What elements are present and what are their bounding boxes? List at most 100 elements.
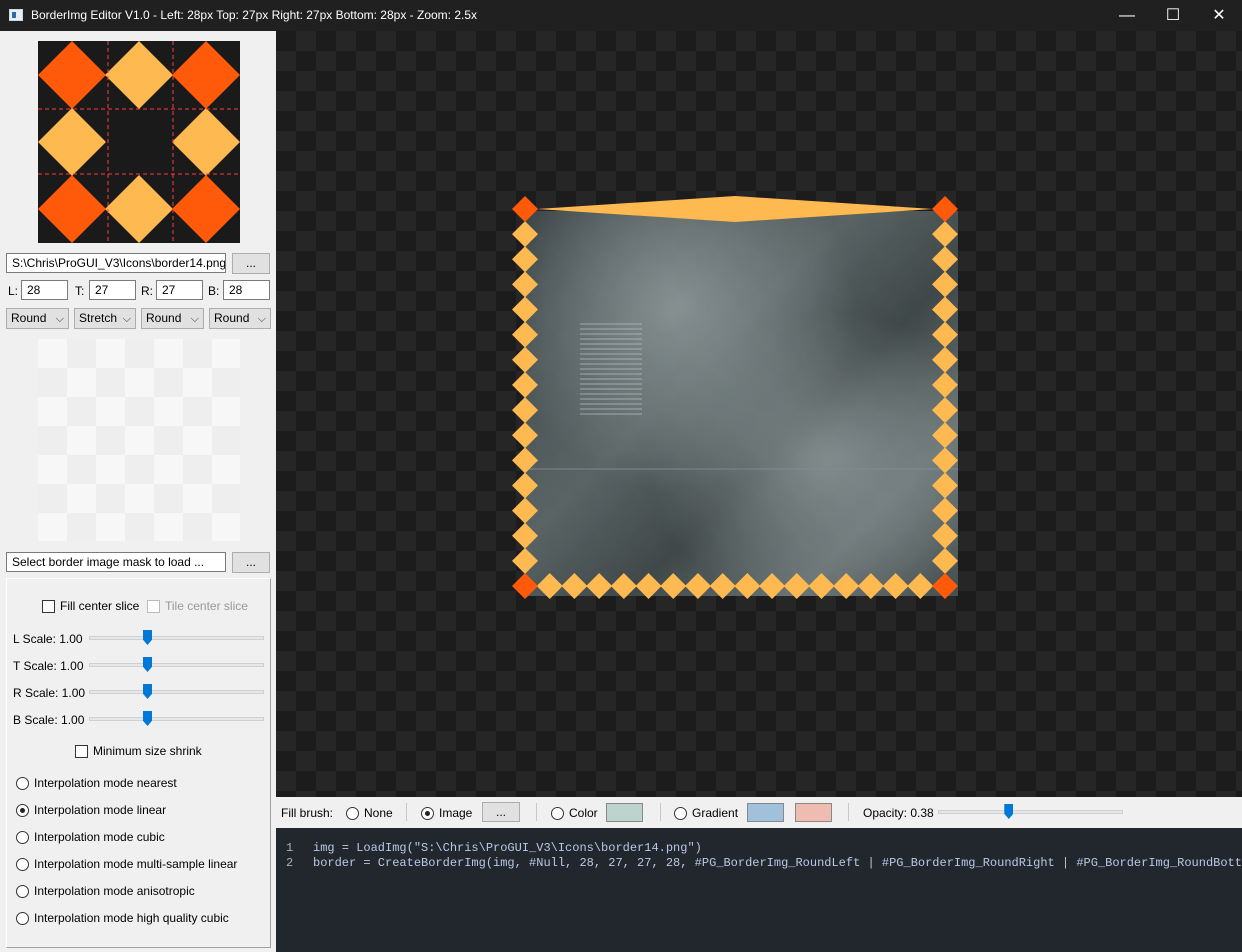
radio-dot	[16, 911, 29, 925]
interp-nearest-label: Interpolation mode nearest	[34, 776, 177, 790]
fill-image-label: Image	[439, 806, 473, 820]
t-scale-label: T Scale: 1.00	[13, 659, 84, 673]
r-scale-label: R Scale: 1.00	[13, 686, 86, 700]
corner-diamond	[512, 196, 538, 222]
top-mode-select[interactable]: Stretch ⌵	[74, 308, 136, 329]
image-path-field[interactable]: S:\Chris\ProGUI_V3\Icons\border14.png	[6, 253, 226, 273]
left-edge-diamond	[512, 246, 538, 273]
slice-top-input[interactable]: 27	[89, 280, 136, 300]
bottom-edge-diamond	[561, 573, 588, 599]
border-image-preview	[38, 41, 240, 243]
separator	[536, 803, 537, 821]
checkbox-box	[147, 599, 160, 613]
radio-dot	[346, 806, 359, 820]
chevron-down-icon: ⌵	[122, 313, 131, 325]
border-render	[512, 196, 958, 599]
right-mode-select[interactable]: Round ⌵	[141, 308, 204, 329]
fill-gradient-label: Gradient	[692, 806, 739, 820]
separator	[406, 803, 407, 821]
slice-left-input[interactable]: 28	[21, 280, 68, 300]
left-edge-diamond	[512, 346, 538, 373]
bottom-mode-value: Round	[214, 311, 250, 325]
l-scale-slider[interactable]	[89, 636, 264, 640]
sidebar: S:\Chris\ProGUI_V3\Icons\border14.png ..…	[0, 31, 276, 952]
interp-multisample-radio[interactable]: Interpolation mode multi-sample linear	[16, 857, 237, 871]
interp-linear-radio[interactable]: Interpolation mode linear	[16, 803, 166, 817]
fill-image-browse-button[interactable]: ...	[482, 802, 520, 822]
fill-image-radio[interactable]: Image	[421, 806, 472, 820]
opacity-thumb[interactable]	[1004, 804, 1014, 819]
code-output[interactable]: 1 img = LoadImg("S:\Chris\ProGUI_V3\Icons…	[276, 828, 1242, 952]
fill-gradient-radio[interactable]: Gradient	[674, 806, 738, 820]
opacity-label: Opacity: 0.38	[863, 806, 934, 820]
right-edge-diamond	[932, 221, 958, 248]
slice-top-label: T:	[75, 284, 85, 298]
fill-center-checkbox[interactable]: Fill center slice	[42, 599, 139, 613]
left-edge-diamond	[512, 271, 538, 298]
left-edge-diamond	[512, 472, 538, 499]
checkbox-box	[42, 599, 55, 613]
left-mode-select[interactable]: Round ⌵	[6, 308, 69, 329]
right-mode-value: Round	[146, 311, 182, 325]
close-button[interactable]: ✕	[1196, 0, 1242, 31]
opacity-slider[interactable]	[938, 810, 1123, 814]
bottom-edge-diamond	[783, 573, 810, 599]
interp-nearest-radio[interactable]: Interpolation mode nearest	[16, 776, 177, 790]
tile-center-checkbox[interactable]: Tile center slice	[147, 599, 248, 613]
left-edge-diamond	[512, 321, 538, 348]
bottom-edge-diamond	[833, 573, 860, 599]
line-number: 2	[286, 856, 294, 870]
r-scale-thumb[interactable]	[143, 684, 152, 699]
interp-anisotropic-label: Interpolation mode anisotropic	[34, 884, 195, 898]
right-edge-diamond	[932, 522, 958, 549]
b-scale-slider[interactable]	[89, 717, 264, 721]
fill-color-radio[interactable]: Color	[551, 806, 598, 820]
interp-linear-label: Interpolation mode linear	[34, 803, 167, 817]
l-scale-thumb[interactable]	[143, 630, 152, 645]
radio-dot	[16, 857, 29, 871]
left-edge-diamond	[512, 447, 538, 474]
fill-none-radio[interactable]: None	[346, 806, 393, 820]
t-scale-thumb[interactable]	[143, 657, 152, 672]
bottom-edge-diamond	[684, 573, 711, 599]
fill-brush-label: Fill brush:	[281, 806, 334, 820]
radio-dot	[16, 776, 29, 790]
mask-browse-button[interactable]: ...	[232, 552, 270, 573]
code-text: border = CreateBorderImg(img, #Null, 28,…	[313, 856, 1242, 870]
preview-canvas[interactable]	[276, 31, 1242, 797]
gradient-end-swatch[interactable]	[795, 803, 832, 822]
checkbox-box	[75, 744, 88, 758]
fill-color-swatch[interactable]	[606, 803, 643, 822]
slice-right-input[interactable]: 27	[156, 280, 203, 300]
tile-center-label: Tile center slice	[165, 599, 248, 613]
left-edge-diamond	[512, 422, 538, 449]
interp-multisample-label: Interpolation mode multi-sample linear	[34, 857, 238, 871]
interp-cubic-radio[interactable]: Interpolation mode cubic	[16, 830, 165, 844]
b-scale-thumb[interactable]	[143, 711, 152, 726]
radio-dot	[16, 884, 29, 898]
line-number: 1	[286, 841, 294, 855]
interp-hq-cubic-radio[interactable]: Interpolation mode high quality cubic	[16, 911, 229, 925]
right-edge-diamond	[932, 497, 958, 524]
bottom-mode-select[interactable]: Round ⌵	[209, 308, 271, 329]
gradient-start-swatch[interactable]	[747, 803, 784, 822]
min-size-shrink-checkbox[interactable]: Minimum size shrink	[75, 744, 202, 758]
slice-bottom-input[interactable]: 28	[223, 280, 270, 300]
right-edge-diamond	[932, 547, 958, 574]
slice-bottom-label: B:	[208, 284, 220, 298]
corner-diamond	[932, 196, 958, 222]
image-browse-button[interactable]: ...	[232, 253, 270, 274]
left-edge-diamond	[512, 221, 538, 248]
left-edge-diamond	[512, 397, 538, 424]
radio-dot	[16, 803, 29, 817]
left-edge-diamond	[512, 371, 538, 398]
maximize-button[interactable]: ☐	[1150, 0, 1196, 31]
slice-left-label: L:	[8, 284, 19, 298]
bottom-edge-diamond	[734, 573, 761, 599]
mask-path-field[interactable]: Select border image mask to load ...	[6, 552, 226, 572]
minimize-button[interactable]: —	[1104, 0, 1150, 31]
bottom-edge-diamond	[610, 573, 637, 599]
t-scale-slider[interactable]	[89, 663, 264, 667]
interp-anisotropic-radio[interactable]: Interpolation mode anisotropic	[16, 884, 195, 898]
r-scale-slider[interactable]	[89, 690, 264, 694]
